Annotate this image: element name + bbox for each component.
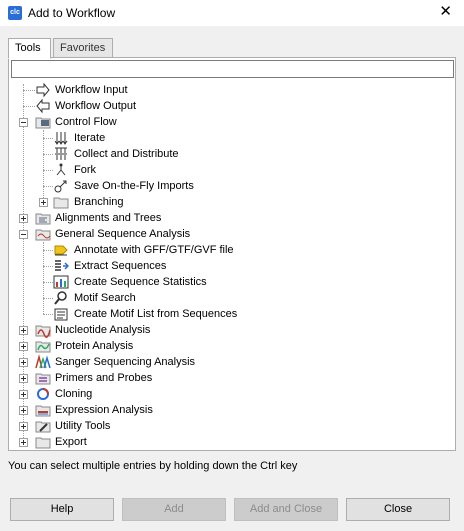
search-input[interactable]: [11, 60, 454, 78]
add-button[interactable]: Add: [122, 498, 226, 521]
tree-item-nucleotide-analysis[interactable]: Nucleotide Analysis: [9, 322, 449, 338]
tree-item-label: Expression Analysis: [55, 404, 153, 416]
folder-icon: [53, 197, 69, 209]
tree-item-protein-analysis[interactable]: Protein Analysis: [9, 338, 449, 354]
cloning-plasmid-icon: [37, 388, 49, 400]
tree-item-control-flow[interactable]: Control Flow: [9, 114, 449, 130]
tree-item-label: Primers and Probes: [55, 372, 153, 384]
tree-item-workflow-input[interactable]: Workflow Input: [9, 82, 449, 98]
tree-item-label: Create Sequence Statistics: [74, 276, 207, 288]
folder-icon: [35, 437, 51, 449]
tree-item-alignments-and-trees[interactable]: Alignments and Trees: [9, 210, 449, 226]
folder-protein-icon: [35, 341, 51, 353]
sanger-chromatogram-icon: [35, 354, 51, 369]
tree-item-export[interactable]: Export: [9, 434, 449, 450]
tree-item-label: Fork: [74, 164, 96, 176]
tree-item-label: Protein Analysis: [55, 340, 134, 352]
tree-item-extract-sequences[interactable]: Extract Sequences: [9, 258, 449, 274]
tree-item-label: Annotate with GFF/GTF/GVF file: [74, 244, 234, 256]
help-button[interactable]: Help: [10, 498, 114, 521]
tree-item-label: General Sequence Analysis: [55, 228, 191, 240]
tool-tree: Workflow Input Workflow Output Control F…: [9, 80, 455, 450]
tree-item-save-on-the-fly-imports[interactable]: Save On-the-Fly Imports: [9, 178, 449, 194]
workflow-input-icon: [36, 82, 50, 98]
tree-item-label: Control Flow: [55, 116, 117, 128]
tree-item-label: Alignments and Trees: [55, 212, 162, 224]
tree-item-label: Iterate: [74, 132, 106, 144]
folder-utility-icon: [35, 421, 51, 433]
tree-item-label: Export: [55, 436, 87, 448]
workflow-output-icon: [36, 98, 50, 114]
tree-item-label: Collect and Distribute: [74, 148, 179, 160]
folder-primers-icon: [35, 373, 51, 385]
tree-item-label: Create Motif List from Sequences: [74, 308, 238, 320]
tree-item-utility-tools[interactable]: Utility Tools: [9, 418, 449, 434]
folder-expression-icon: [35, 405, 51, 417]
tree-item-create-sequence-statistics[interactable]: Create Sequence Statistics: [9, 274, 449, 290]
statistics-icon: [53, 275, 69, 289]
tree-item-label: Workflow Output: [55, 100, 137, 112]
tree-item-label: Sanger Sequencing Analysis: [55, 356, 196, 368]
folder-nucleotide-icon: [35, 325, 51, 338]
folder-control-flow-icon: [35, 117, 51, 129]
fork-icon: [56, 163, 66, 176]
motif-list-icon: [54, 308, 68, 321]
close-window-button[interactable]: ✕: [439, 3, 452, 21]
tree-item-annotate-gff[interactable]: Annotate with GFF/GTF/GVF file: [9, 242, 449, 258]
tree-item-label: Motif Search: [74, 292, 136, 304]
add-and-close-button[interactable]: Add and Close: [234, 498, 338, 521]
tree-item-label: Branching: [74, 196, 124, 208]
tree-item-sanger-sequencing[interactable]: Sanger Sequencing Analysis: [9, 354, 449, 370]
tree-item-general-sequence-analysis[interactable]: General Sequence Analysis: [9, 226, 449, 242]
tree-item-label: Nucleotide Analysis: [55, 324, 151, 336]
save-imports-icon: [54, 180, 67, 193]
collect-distribute-icon: [55, 147, 67, 160]
tree-item-branching[interactable]: Branching: [9, 194, 449, 210]
iterate-icon: [54, 132, 68, 145]
window-title: Add to Workflow: [28, 6, 116, 20]
tree-item-collect-distribute[interactable]: Collect and Distribute: [9, 146, 449, 162]
tab-tools[interactable]: Tools: [8, 38, 51, 59]
close-button[interactable]: Close: [346, 498, 450, 521]
tree-item-workflow-output[interactable]: Workflow Output: [9, 98, 449, 114]
tools-panel: Workflow Input Workflow Output Control F…: [8, 57, 456, 451]
tree-item-fork[interactable]: Fork: [9, 162, 449, 178]
tree-item-create-motif-list[interactable]: Create Motif List from Sequences: [9, 306, 449, 322]
tree-item-motif-search[interactable]: Motif Search: [9, 290, 449, 306]
motif-search-icon: [54, 291, 67, 305]
title-bar: clc Add to Workflow ✕: [0, 0, 464, 26]
tree-item-expression-analysis[interactable]: Expression Analysis: [9, 402, 449, 418]
extract-sequences-icon: [55, 260, 69, 271]
tree-item-label: Cloning: [55, 388, 93, 400]
folder-sequence-icon: [35, 229, 51, 241]
tree-item-label: Workflow Input: [55, 84, 128, 96]
tree-item-primers-and-probes[interactable]: Primers and Probes: [9, 370, 449, 386]
tree-item-cloning[interactable]: Cloning: [9, 386, 449, 402]
tree-item-label: Utility Tools: [55, 420, 111, 432]
folder-alignments-icon: [35, 213, 51, 225]
tree-item-iterate[interactable]: Iterate: [9, 130, 449, 146]
annotate-icon: [54, 245, 68, 256]
app-icon: clc: [8, 6, 22, 20]
tree-item-label: Save On-the-Fly Imports: [74, 180, 194, 192]
tree-item-label: Extract Sequences: [74, 260, 167, 272]
tab-favorites[interactable]: Favorites: [53, 38, 113, 58]
selection-hint: You can select multiple entries by holdi…: [8, 460, 298, 472]
